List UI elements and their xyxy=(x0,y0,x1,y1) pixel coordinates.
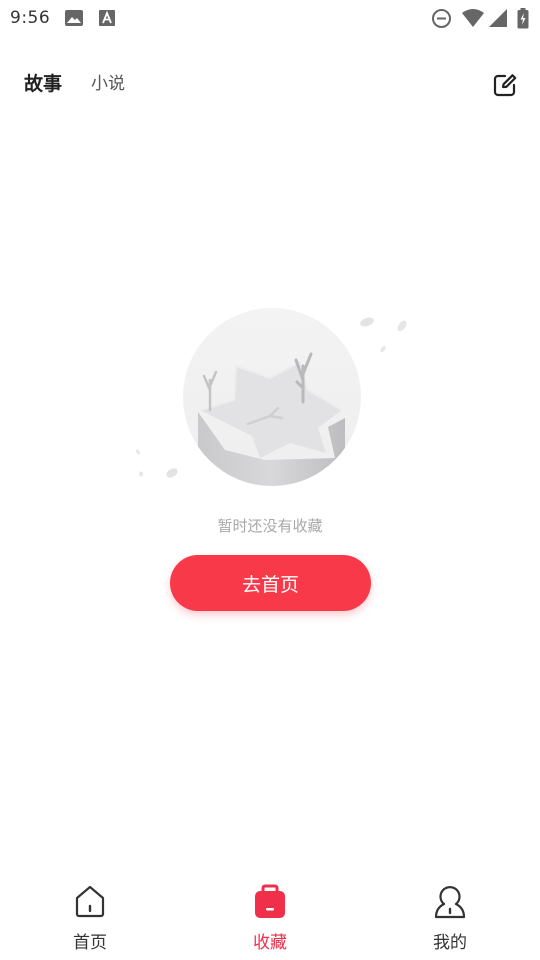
tab-stories[interactable]: 故事 xyxy=(24,72,62,96)
empty-message: 暂时还没有收藏 xyxy=(217,517,323,535)
bookmark-bag-icon xyxy=(252,884,288,920)
font-icon xyxy=(98,8,116,32)
tab-novels[interactable]: 小说 xyxy=(91,72,125,96)
dnd-icon xyxy=(431,8,452,33)
empty-star-island-illustration xyxy=(130,300,420,500)
screen: 9:56 故事 小说 暂时还没有收藏 去首页 首页 收藏 我的 xyxy=(0,0,540,960)
go-home-button[interactable]: 去首页 xyxy=(170,555,371,611)
nav-label-home: 首页 xyxy=(73,933,107,953)
nav-label-favorites: 收藏 xyxy=(253,933,287,953)
user-icon xyxy=(432,884,468,920)
nav-item-home[interactable]: 首页 xyxy=(0,870,180,960)
status-bar: 9:56 xyxy=(0,0,540,36)
nav-label-profile: 我的 xyxy=(433,933,467,953)
go-home-button-label: 去首页 xyxy=(241,573,299,596)
battery-icon xyxy=(517,8,529,33)
signal-icon xyxy=(488,8,508,32)
wifi-icon xyxy=(461,8,485,32)
home-icon xyxy=(72,884,108,920)
status-time: 9:56 xyxy=(10,8,51,28)
header: 故事 小说 xyxy=(0,60,540,110)
bottom-nav: 首页 收藏 我的 xyxy=(0,870,540,960)
nav-item-profile[interactable]: 我的 xyxy=(360,870,540,960)
nav-item-favorites[interactable]: 收藏 xyxy=(180,870,360,960)
edit-icon[interactable] xyxy=(492,72,518,98)
image-icon xyxy=(64,8,84,32)
